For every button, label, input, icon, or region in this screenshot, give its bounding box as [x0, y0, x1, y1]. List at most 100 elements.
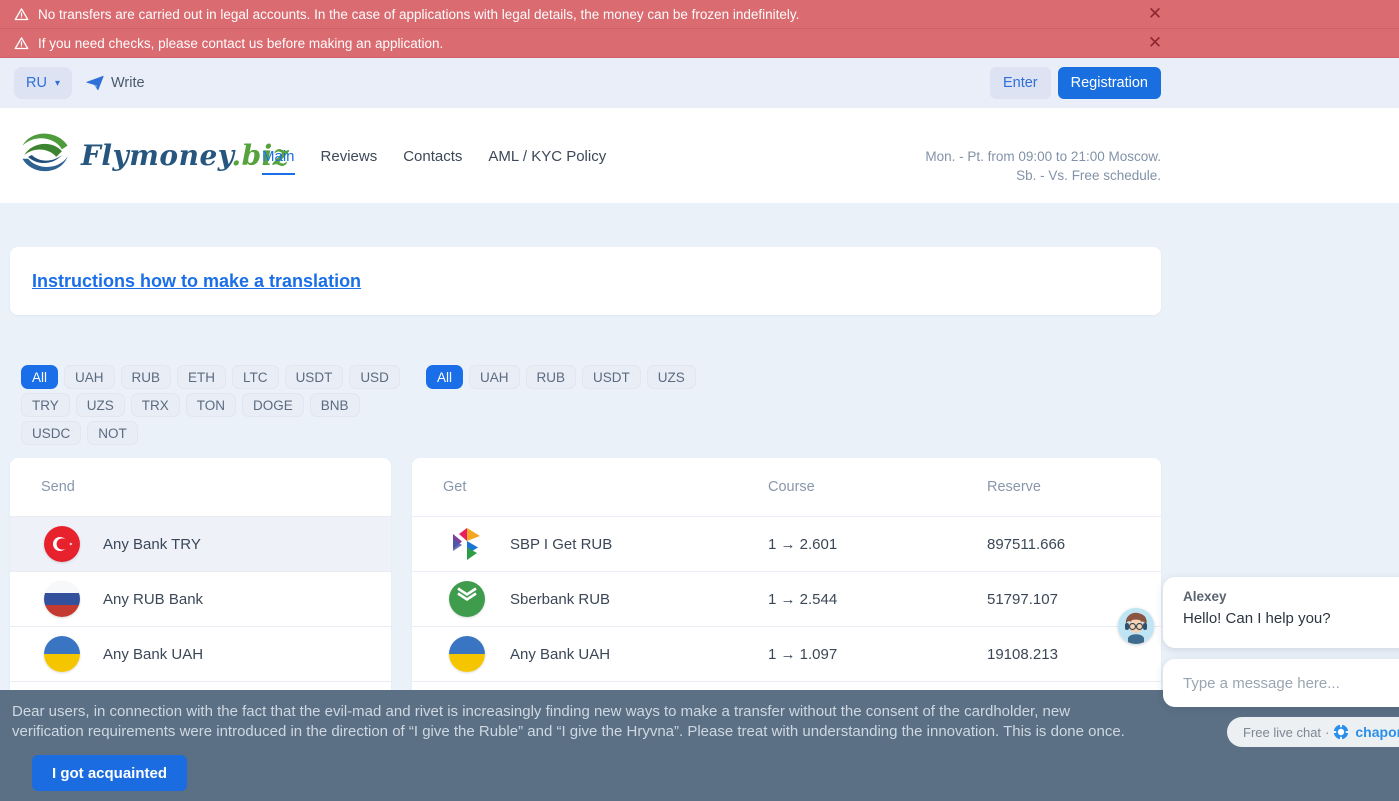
filter-chip-rub[interactable]: RUB [526, 365, 577, 389]
filter-chip-bnb[interactable]: BNB [310, 393, 360, 417]
chaport-brand: chaport [1355, 724, 1399, 740]
chat-branding[interactable]: Free live chat · chaport [1227, 717, 1399, 747]
filter-chip-uah[interactable]: UAH [469, 365, 520, 389]
get-row-course: 1 → 1.097 [768, 646, 837, 663]
send-panel-header: Send [10, 458, 391, 517]
send-option-any-rub-bank[interactable]: Any RUB Bank [10, 572, 391, 627]
acquainted-button[interactable]: I got acquainted [32, 755, 187, 791]
warning-icon [14, 36, 29, 51]
paper-plane-icon [86, 75, 104, 91]
get-row-name: Sberbank RUB [510, 591, 610, 608]
chip-row: All UAH RUB USDT UZS [426, 365, 696, 389]
nav-reviews[interactable]: Reviews [321, 148, 378, 175]
site-logo[interactable]: Flymoney.biz [15, 125, 289, 185]
nav-contacts[interactable]: Contacts [403, 148, 462, 175]
chat-message-bubble: Alexey Hello! Can I help you? [1163, 577, 1399, 648]
send-option-label: Any RUB Bank [103, 591, 203, 608]
alert-text: If you need checks, please contact us be… [38, 36, 443, 51]
send-option-label: Any Bank TRY [103, 536, 201, 553]
filter-chip-uzs[interactable]: UZS [76, 393, 125, 417]
logo-text: Flymoney.biz [81, 139, 289, 172]
notice-text: Dear users, in connection with the fact … [12, 702, 1142, 742]
alert-stack: No transfers are carried out in legal ac… [0, 0, 1399, 58]
chip-row: All UAH RUB ETH LTC USDT USD [21, 365, 400, 389]
sbp-logo-icon [449, 526, 485, 562]
filter-chip-all[interactable]: All [426, 365, 463, 389]
filter-chip-rub[interactable]: RUB [121, 365, 172, 389]
filter-chip-usdt[interactable]: USDT [285, 365, 344, 389]
column-header-course: Course [768, 479, 815, 495]
turkey-flag-icon [44, 526, 80, 562]
ukraine-flag-icon [44, 636, 80, 672]
send-option-any-bank-try[interactable]: Any Bank TRY [10, 517, 391, 572]
chaport-logo-icon [1333, 724, 1349, 740]
get-panel-header: Get Course Reserve [412, 458, 1161, 517]
get-row-any-bank-uah[interactable]: Any Bank UAH 1 → 1.097 19108.213 [412, 627, 1161, 682]
enter-button[interactable]: Enter [990, 67, 1051, 99]
russia-flag-icon [44, 581, 80, 617]
write-button[interactable]: Write [86, 67, 145, 99]
alert-checks: If you need checks, please contact us be… [0, 29, 1399, 58]
main-header: Flymoney.biz Main Reviews Contacts AML /… [0, 108, 1399, 203]
chevron-down-icon: ▾ [55, 78, 60, 89]
get-currency-filters: All UAH RUB USDT UZS [426, 365, 696, 393]
language-value: RU [26, 75, 47, 91]
send-option-any-bank-uah[interactable]: Any Bank UAH [10, 627, 391, 682]
filter-chip-all[interactable]: All [21, 365, 58, 389]
logo-name: Flymoney [81, 139, 231, 172]
column-header-reserve: Reserve [987, 479, 1041, 495]
topbar: RU ▾ Write Enter Registration [0, 58, 1399, 108]
filter-chip-trx[interactable]: TRX [131, 393, 180, 417]
filter-chip-uah[interactable]: UAH [64, 365, 115, 389]
chat-footer-label: Free live chat [1243, 725, 1321, 740]
alert-legal-accounts: No transfers are carried out in legal ac… [0, 0, 1399, 29]
filter-chip-not[interactable]: NOT [87, 421, 138, 445]
filter-chip-usdc[interactable]: USDC [21, 421, 81, 445]
warning-icon [14, 7, 29, 22]
registration-button[interactable]: Registration [1058, 67, 1161, 99]
working-hours: Mon. - Pt. from 09:00 to 21:00 Moscow. S… [925, 147, 1161, 185]
schedule-weekdays: Mon. - Pt. from 09:00 to 21:00 Moscow. [925, 147, 1161, 166]
get-row-name: SBP I Get RUB [510, 536, 612, 553]
chip-row: TRY UZS TRX TON DOGE BNB [21, 393, 400, 417]
write-label: Write [111, 75, 145, 91]
instructions-link[interactable]: Instructions how to make a translation [32, 271, 361, 292]
column-header-get: Get [443, 479, 466, 495]
sberbank-logo-icon [449, 581, 485, 617]
get-row-name: Any Bank UAH [510, 646, 610, 663]
send-option-label: Any Bank UAH [103, 646, 203, 663]
close-icon[interactable]: ✕ [1143, 29, 1167, 57]
nav-main[interactable]: Main [262, 148, 295, 175]
get-row-course: 1 → 2.544 [768, 591, 837, 608]
get-row-reserve: 897511.666 [987, 536, 1065, 553]
alert-text: No transfers are carried out in legal ac… [38, 7, 799, 22]
nav-aml-kyc-policy[interactable]: AML / KYC Policy [488, 148, 606, 175]
get-row-sbp[interactable]: SBP I Get RUB 1 → 2.601 897511.666 [412, 517, 1161, 572]
filter-chip-usd[interactable]: USD [349, 365, 400, 389]
language-selector[interactable]: RU ▾ [14, 67, 72, 99]
chat-footer-separator: · [1325, 725, 1329, 740]
filter-chip-doge[interactable]: DOGE [242, 393, 304, 417]
get-row-reserve: 19108.213 [987, 646, 1058, 663]
flymoney-swirl-icon [15, 125, 75, 185]
filter-chip-uzs[interactable]: UZS [647, 365, 696, 389]
chat-message-input[interactable] [1183, 675, 1399, 692]
filter-chip-usdt[interactable]: USDT [582, 365, 641, 389]
auth-buttons: Enter Registration [990, 67, 1161, 99]
filter-chip-ton[interactable]: TON [186, 393, 236, 417]
send-currency-filters: All UAH RUB ETH LTC USDT USD TRY UZS TRX… [21, 365, 400, 449]
filter-chip-eth[interactable]: ETH [177, 365, 226, 389]
chat-input-container [1163, 659, 1399, 707]
chat-greeting: Hello! Can I help you? [1183, 610, 1399, 627]
chip-row: USDC NOT [21, 421, 400, 445]
close-icon[interactable]: ✕ [1143, 0, 1167, 28]
schedule-weekend: Sb. - Vs. Free schedule. [925, 166, 1161, 185]
filter-chip-try[interactable]: TRY [21, 393, 70, 417]
filter-chip-ltc[interactable]: LTC [232, 365, 279, 389]
get-row-sberbank[interactable]: Sberbank RUB 1 → 2.544 51797.107 [412, 572, 1161, 627]
get-row-reserve: 51797.107 [987, 591, 1058, 608]
main-nav: Main Reviews Contacts AML / KYC Policy [262, 148, 606, 175]
get-row-course: 1 → 2.601 [768, 536, 837, 553]
chat-agent-avatar[interactable] [1118, 608, 1154, 644]
ukraine-flag-icon [449, 636, 485, 672]
